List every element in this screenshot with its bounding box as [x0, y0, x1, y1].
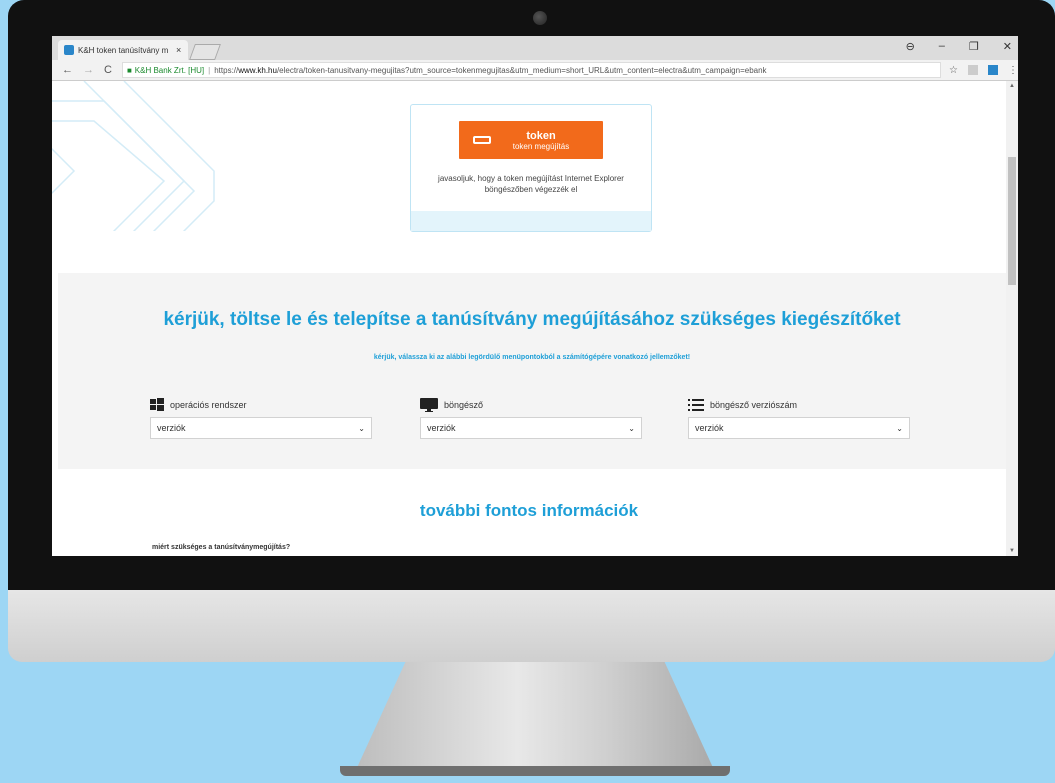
url-host: www.kh.hu — [238, 65, 277, 75]
os-select-value: verziók — [157, 423, 186, 433]
scrollbar[interactable]: ▲ ▼ — [1006, 81, 1018, 556]
extension-icon[interactable] — [968, 64, 978, 75]
browser-version-select-value: verziók — [695, 423, 724, 433]
token-note: javasoljuk, hogy a token megújítást Inte… — [411, 173, 651, 195]
scroll-down-icon[interactable]: ▼ — [1009, 548, 1015, 554]
window-controls: ⊖ – ❐ ✕ — [906, 40, 1012, 53]
token-card-footer — [411, 211, 651, 231]
tab-title: K&H token tanúsítvány m — [78, 45, 169, 55]
browser-label: böngésző — [444, 400, 484, 410]
browser-selector-group: böngésző verziók ⌄ — [420, 397, 642, 439]
windows-icon — [150, 398, 164, 412]
token-card: token token megújítás javasoljuk, hogy a… — [410, 104, 652, 232]
monitor-chin — [8, 590, 1055, 662]
url-path: /electra/token-tanusitvany-megujitas?utm… — [276, 65, 767, 75]
reload-button[interactable]: C — [104, 64, 112, 76]
monitor-stand — [355, 662, 715, 772]
minimize-button[interactable]: – — [939, 40, 945, 53]
browser-window: K&H token tanúsítvány m × ⊖ – ❐ ✕ ← → C … — [52, 36, 1018, 556]
chevron-down-icon: ⌄ — [628, 423, 635, 433]
usb-token-icon — [473, 136, 491, 144]
info-question-link[interactable]: miért szükséges a tanúsítványmegújítás? — [152, 544, 290, 551]
os-version-select[interactable]: verziók ⌄ — [150, 417, 372, 439]
browser-tab[interactable]: K&H token tanúsítvány m × — [58, 40, 188, 60]
token-button-subtitle: token megújítás — [512, 141, 570, 151]
scroll-thumb[interactable] — [1008, 157, 1016, 285]
token-note-line: böngészőben végezzék el — [484, 185, 578, 194]
close-window-button[interactable]: ✕ — [1003, 40, 1012, 53]
info-title: további fontos információk — [419, 501, 639, 520]
addons-title: kérjük, töltse le és telepítse a tanúsít… — [163, 309, 901, 330]
extension-icon[interactable] — [988, 64, 998, 75]
back-button[interactable]: ← — [62, 64, 73, 76]
addons-section: kérjük, töltse le és telepítse a tanúsít… — [58, 273, 1006, 469]
browser-version-select[interactable]: verziók ⌄ — [688, 417, 910, 439]
page-content: token token megújítás javasoljuk, hogy a… — [52, 81, 1006, 556]
restore-button[interactable]: ❐ — [969, 40, 979, 53]
address-bar-row: ← → C ■ K&H Bank Zrt. [HU] | https:// ww… — [52, 60, 1018, 81]
list-icon — [688, 398, 704, 412]
new-tab-button[interactable] — [189, 44, 221, 60]
security-label: K&H Bank Zrt. [HU] — [134, 65, 205, 75]
tab-close-icon[interactable]: × — [176, 45, 181, 55]
webcam-icon — [533, 11, 547, 25]
browser-version-selector-group: böngésző verziószám verziók ⌄ — [688, 397, 910, 439]
chevron-down-icon: ⌄ — [896, 423, 903, 433]
bookmark-star-icon[interactable]: ☆ — [949, 65, 958, 76]
toolbar-icons: ☆ ⋮ — [949, 64, 1018, 76]
browser-select[interactable]: verziók ⌄ — [420, 417, 642, 439]
decorative-arrow-icon — [52, 81, 215, 231]
addons-subtitle: kérjük, válassza ki az alábbi legördülő … — [373, 354, 691, 361]
chevron-down-icon: ⌄ — [358, 423, 365, 433]
token-button-title: token — [526, 129, 556, 142]
url-scheme: https:// — [214, 65, 239, 75]
monitor-stand-base — [340, 766, 730, 776]
browser-version-label: böngésző verziószám — [710, 400, 798, 410]
token-renewal-button[interactable]: token token megújítás — [459, 121, 603, 159]
tab-bar: K&H token tanúsítvány m × ⊖ – ❐ ✕ — [52, 36, 1018, 60]
lock-icon: ■ — [126, 65, 132, 75]
forward-button[interactable]: → — [83, 64, 94, 76]
token-note-line: javasoljuk, hogy a token megújítást Inte… — [438, 174, 624, 183]
browser-select-value: verziók — [427, 423, 456, 433]
menu-icon[interactable]: ⋮ — [1008, 65, 1018, 76]
account-icon[interactable]: ⊖ — [906, 40, 915, 53]
os-label: operációs rendszer — [170, 400, 247, 410]
url-separator: | — [208, 65, 211, 75]
url-input[interactable]: ■ K&H Bank Zrt. [HU] | https:// www.kh.h… — [121, 62, 942, 78]
favicon-icon — [64, 45, 74, 55]
os-selector-group: operációs rendszer verziók ⌄ — [150, 397, 372, 439]
monitor-icon — [420, 398, 438, 412]
scroll-up-icon[interactable]: ▲ — [1009, 83, 1015, 89]
